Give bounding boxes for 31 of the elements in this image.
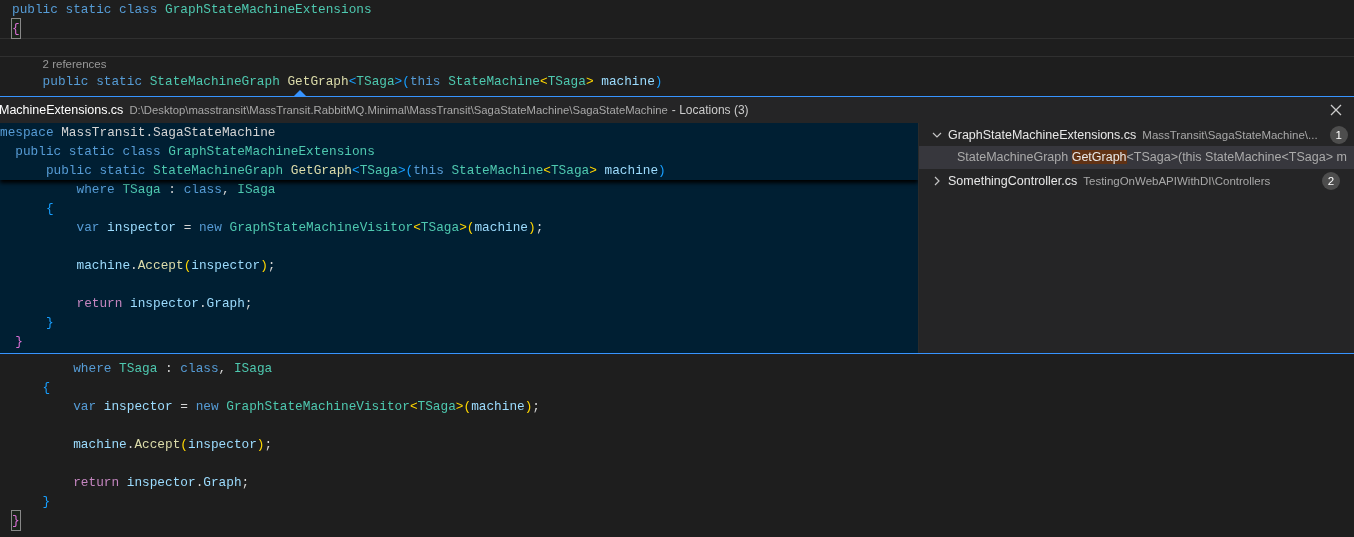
code-line: return inspector.Graph; bbox=[73, 474, 250, 492]
count-badge: 2 bbox=[1322, 171, 1340, 190]
code-line: public static class GraphStateMachineExtensions bbox=[15, 143, 375, 161]
code-line: } bbox=[45, 314, 54, 332]
code-line: machine.Accept(inspector); bbox=[76, 257, 276, 275]
file-name[interactable]: GraphStateMachineExtensions.cs bbox=[948, 127, 1137, 142]
code-line: machine.Accept(inspector); bbox=[73, 436, 273, 454]
code-line: { bbox=[45, 200, 54, 218]
code-line: public static StateMachineGraph GetGraph<TSaga>(this StateMachine<TSaga> machine) bbox=[42, 73, 663, 91]
codelens-link[interactable]: 2 references bbox=[42, 58, 107, 70]
code-line: public static StateMachineGraph GetGraph<TSaga>(this StateMachine<TSaga> machine) bbox=[45, 162, 666, 180]
file-name: MachineExtensions.cs bbox=[0, 103, 124, 117]
code-line: var inspector = new GraphStateMachineVisitor<TSaga>(machine); bbox=[73, 398, 540, 416]
code-line: } bbox=[42, 493, 51, 511]
code-line: } bbox=[15, 333, 23, 351]
code-line: where TSaga : class, ISaga bbox=[76, 181, 276, 199]
close-icon[interactable] bbox=[1330, 104, 1342, 116]
code-line: public static class GraphStateMachineExtensions bbox=[12, 1, 372, 19]
peek-title: - Locations (3) bbox=[671, 103, 749, 117]
code-line: mespace MassTransit.SagaStateMachine bbox=[0, 124, 276, 142]
code-line: return inspector.Graph; bbox=[76, 295, 253, 313]
code-line: var inspector = new GraphStateMachineVisitor<TSaga>(machine); bbox=[76, 219, 544, 237]
file-path: D:\Desktop\masstransit\MassTransit.RabbitMQ.Minimal\MassTransit\SagaStateMachine\SagaStateMachine bbox=[129, 104, 668, 116]
file-path: MassTransit\SagaStateMachine\... bbox=[1142, 128, 1318, 141]
chevron-right-icon[interactable] bbox=[932, 175, 942, 186]
code-line: { bbox=[42, 379, 51, 397]
code-line: where TSaga : class, ISaga bbox=[73, 360, 273, 378]
file-name[interactable]: SomethingController.cs bbox=[948, 173, 1078, 188]
count-badge: 1 bbox=[1329, 125, 1348, 144]
reference-item[interactable]: StateMachineGraph GetGraph<TSaga>(this StateMachine<TSaga> m bbox=[919, 146, 1354, 169]
file-path: TestingOnWebAPIWithDI\Controllers bbox=[1083, 174, 1271, 187]
